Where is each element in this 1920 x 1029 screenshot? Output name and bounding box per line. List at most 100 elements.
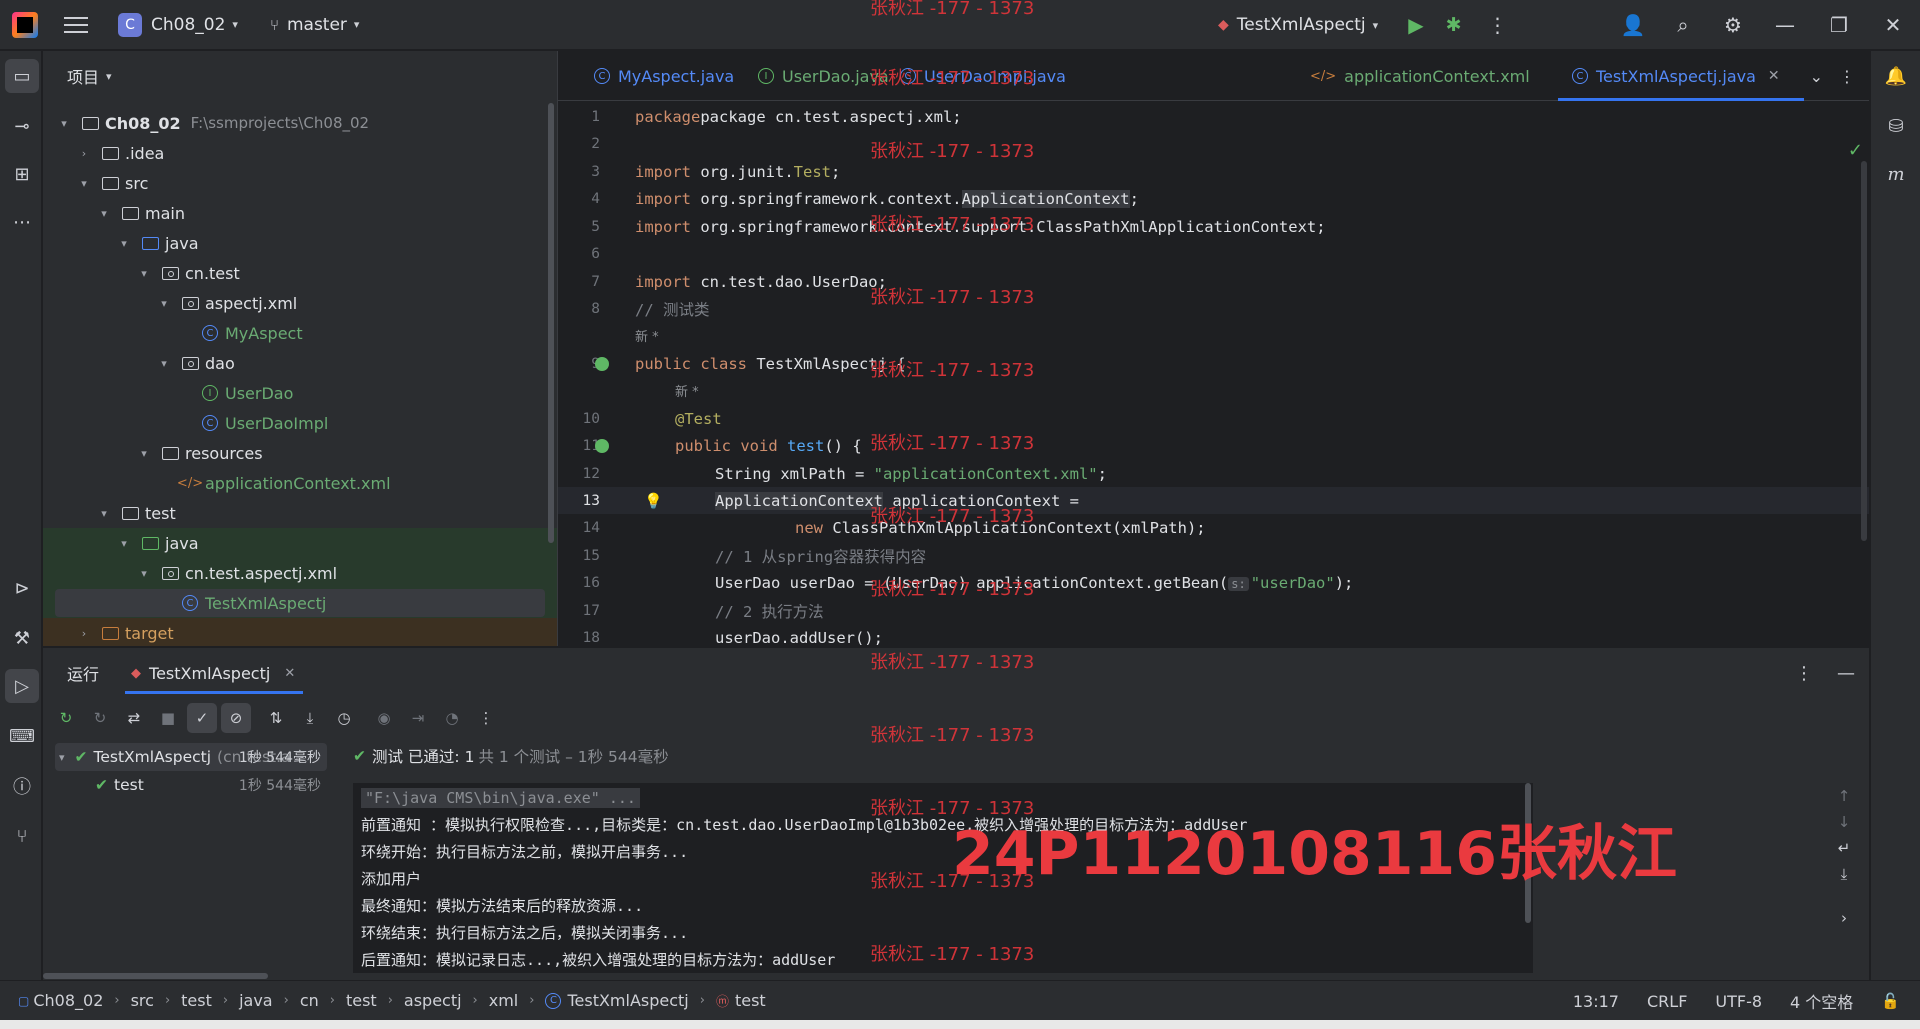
soft-wrap-icon[interactable]: ↵ <box>1838 839 1851 857</box>
problems-icon[interactable]: ⓘ <box>5 769 39 803</box>
tree-item-dao[interactable]: ▾ dao <box>43 348 557 378</box>
expand-arrow-icon[interactable]: ▾ <box>117 237 131 250</box>
collapsed-arrow-icon[interactable]: › <box>77 147 91 160</box>
tree-item-myaspect[interactable]: C MyAspect <box>43 318 557 348</box>
caret-position[interactable]: 13:17 <box>1573 992 1619 1011</box>
editor-scrollbar[interactable] <box>1861 161 1867 541</box>
close-icon[interactable]: ✕ <box>1866 0 1920 50</box>
breadcrumb-item[interactable]: aspectj <box>404 991 462 1010</box>
run-tab[interactable]: ◆ TestXmlAspectj ✕ <box>125 648 304 698</box>
run-icon[interactable]: ▶ <box>1408 13 1423 37</box>
console-command[interactable]: "F:\java CMS\bin\java.exe" ... <box>361 787 640 808</box>
no-problems-check-icon[interactable]: ✓ <box>1848 140 1863 161</box>
file-encoding[interactable]: UTF-8 <box>1715 992 1762 1011</box>
commit-icon[interactable]: ⊸ <box>5 109 39 143</box>
history-icon[interactable]: ◷ <box>329 703 359 733</box>
tree-item-applicationcontext[interactable]: </> applicationContext.xml <box>43 468 557 498</box>
expand-arrow-icon[interactable]: ▾ <box>97 507 111 520</box>
breadcrumb-item[interactable]: test <box>346 991 377 1010</box>
close-tab-icon[interactable]: ✕ <box>1768 68 1780 84</box>
services-icon[interactable]: ⊳ <box>5 571 39 605</box>
more-actions-icon[interactable]: ⋮ <box>471 703 501 733</box>
breadcrumb-item[interactable]: test <box>735 991 766 1010</box>
scroll-to-end-icon[interactable]: ⤓ <box>1841 865 1848 883</box>
scroll-up-icon[interactable]: ↑ <box>1838 787 1851 805</box>
console-output[interactable]: "F:\java CMS\bin\java.exe" ... 前置通知 ：模拟执… <box>353 783 1533 973</box>
more-actions-icon[interactable]: ⋮ <box>1795 663 1813 684</box>
line-separator[interactable]: CRLF <box>1647 992 1687 1011</box>
add-user-icon[interactable]: 👤 <box>1608 0 1658 50</box>
tab-myaspect[interactable]: C MyAspect.java <box>594 51 734 101</box>
expand-arrow-icon[interactable]: ▾ <box>97 207 111 220</box>
debug-icon[interactable]: ✱ <box>1446 14 1462 36</box>
tree-item-idea[interactable]: › .idea <box>43 138 557 168</box>
show-ignored-icon[interactable]: ⊘ <box>221 703 251 733</box>
screenshot-icon[interactable]: ◉ <box>369 703 399 733</box>
breadcrumb-item[interactable]: java <box>239 991 273 1010</box>
tree-item-cn-test[interactable]: ▾ cn.test <box>43 258 557 288</box>
import-tests-icon[interactable]: ⤓ <box>295 703 325 733</box>
breadcrumb-item[interactable]: test <box>181 991 212 1010</box>
run-test-gutter-icon[interactable] <box>595 438 609 453</box>
run-test-gutter-icon[interactable] <box>595 356 609 371</box>
branch-selector[interactable]: ⑂ master ▾ <box>270 15 360 35</box>
expand-arrow-icon[interactable]: ▾ <box>137 567 151 580</box>
git-icon[interactable]: ⑂ <box>5 819 39 853</box>
breadcrumb-item[interactable]: TestXmlAspectj <box>567 991 688 1010</box>
expand-arrow-icon[interactable]: ▾ <box>59 751 65 764</box>
minimize-icon[interactable]: — <box>1758 0 1812 50</box>
author-lens[interactable]: 新 * <box>675 381 699 400</box>
project-folder-icon[interactable]: ▭ <box>5 59 39 93</box>
sort-icon[interactable]: ⇅ <box>261 703 291 733</box>
expand-arrow-icon[interactable]: ▾ <box>137 447 151 460</box>
tree-item-test-java[interactable]: ▾ java <box>43 528 557 558</box>
tree-item-aspectj-xml[interactable]: ▾ aspectj.xml <box>43 288 557 318</box>
tree-item-main[interactable]: ▾ main <box>43 198 557 228</box>
tree-item-root[interactable]: ▾ Ch08_02 F:\ssmprojects\Ch08_02 <box>43 108 557 138</box>
breadcrumb-item[interactable]: src <box>131 991 154 1010</box>
indent-setting[interactable]: 4 个空格 <box>1790 989 1853 1013</box>
rerun-failed-icon[interactable]: ↻ <box>85 703 115 733</box>
notifications-icon[interactable]: 🔔 <box>1879 59 1913 93</box>
coverage-icon[interactable]: ◔ <box>437 703 467 733</box>
tree-item-test[interactable]: ▾ test <box>43 498 557 528</box>
project-scrollbar[interactable] <box>548 103 554 543</box>
collapsed-arrow-icon[interactable]: › <box>77 627 91 640</box>
breadcrumb-item[interactable]: cn <box>300 991 319 1010</box>
expand-arrow-icon[interactable]: ▾ <box>137 267 151 280</box>
tree-item-resources[interactable]: ▾ resources <box>43 438 557 468</box>
rerun-icon[interactable]: ↻ <box>51 703 81 733</box>
expand-arrow-icon[interactable]: ▾ <box>57 117 71 130</box>
stop-icon[interactable]: ■ <box>153 703 183 733</box>
lightbulb-icon[interactable]: 💡 <box>644 492 663 510</box>
search-icon[interactable]: ⌕ <box>1658 0 1708 50</box>
project-panel-header[interactable]: 项目 ▾ <box>43 51 557 101</box>
author-lens[interactable]: 新 * <box>635 326 659 345</box>
run-tool-icon[interactable]: ▷ <box>5 669 39 703</box>
export-icon[interactable]: ⇥ <box>403 703 433 733</box>
settings-gear-icon[interactable]: ⚙ <box>1708 0 1758 50</box>
tree-item-target[interactable]: › target <box>43 618 557 646</box>
chevron-right-icon[interactable]: › <box>1841 909 1847 927</box>
toggle-auto-test-icon[interactable]: ⇄ <box>119 703 149 733</box>
test-suite-row[interactable]: ▾ ✔ TestXmlAspectj (cn.test.a 1秒 544毫秒 <box>55 743 327 771</box>
breadcrumb-item[interactable]: Ch08_02 <box>33 991 103 1010</box>
tree-item-testxmlaspectj[interactable]: C TestXmlAspectj <box>43 588 557 618</box>
scroll-down-icon[interactable]: ↓ <box>1838 813 1851 831</box>
tab-userdao[interactable]: I UserDao.java <box>758 51 889 101</box>
expand-arrow-icon[interactable]: ▾ <box>157 297 171 310</box>
restore-icon[interactable]: ❐ <box>1812 0 1866 50</box>
chevron-down-icon[interactable]: ⌄ <box>1810 67 1823 86</box>
terminal-icon[interactable]: ⌨ <box>5 719 39 753</box>
database-icon[interactable]: ⛁ <box>1879 109 1913 143</box>
expand-arrow-icon[interactable]: ▾ <box>117 537 131 550</box>
tab-userdaoimpl[interactable]: C UserDaoImpl.java <box>900 51 1066 101</box>
tree-item-src[interactable]: ▾ src <box>43 168 557 198</box>
tree-item-userdao[interactable]: I UserDao <box>43 378 557 408</box>
more-tools-icon[interactable]: ⋯ <box>5 205 39 239</box>
tree-item-userdaoimpl[interactable]: C UserDaoImpl <box>43 408 557 438</box>
tab-testxmlaspectj[interactable]: C TestXmlAspectj.java ✕ <box>1558 51 1804 101</box>
tree-item-test-package[interactable]: ▾ cn.test.aspectj.xml <box>43 558 557 588</box>
more-actions-icon[interactable]: ⋮ <box>1839 67 1855 86</box>
run-config-selector[interactable]: ◆ TestXmlAspectj ▾ ▶ ✱ ⋮ <box>1218 0 1508 50</box>
